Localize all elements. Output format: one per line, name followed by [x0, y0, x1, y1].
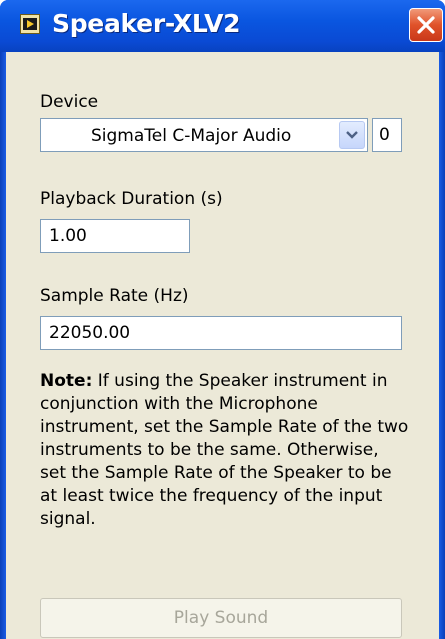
- window-frame-right: [439, 52, 445, 639]
- sample-rate-label: Sample Rate (Hz): [40, 286, 189, 306]
- note-body: If using the Speaker instrument in conju…: [40, 371, 409, 529]
- dialog-body: Device SigmaTel C-Major Audio 0 Playback…: [6, 52, 439, 639]
- device-select[interactable]: SigmaTel C-Major Audio: [40, 118, 368, 152]
- play-sound-button[interactable]: Play Sound: [40, 598, 402, 638]
- labview-app-icon: [20, 14, 40, 34]
- device-label: Device: [40, 92, 99, 112]
- window-title: Speaker-XLV2: [52, 9, 241, 38]
- title-bar[interactable]: Speaker-XLV2: [0, 0, 445, 52]
- device-dropdown-button[interactable]: [339, 121, 365, 149]
- note-prefix: Note:: [40, 371, 93, 391]
- speaker-window: Speaker-XLV2 Device SigmaTel C-Major Aud…: [0, 0, 445, 639]
- chevron-down-icon: [346, 131, 358, 139]
- device-index-field[interactable]: 0: [372, 118, 402, 152]
- note-text: Note: If using the Speaker instrument in…: [40, 370, 410, 531]
- sample-rate-input[interactable]: 22050.00: [40, 316, 402, 350]
- close-button[interactable]: [409, 8, 443, 42]
- device-selected-value: SigmaTel C-Major Audio: [91, 126, 292, 146]
- close-icon: [417, 16, 435, 34]
- duration-input[interactable]: 1.00: [40, 219, 190, 253]
- duration-label: Playback Duration (s): [40, 189, 223, 209]
